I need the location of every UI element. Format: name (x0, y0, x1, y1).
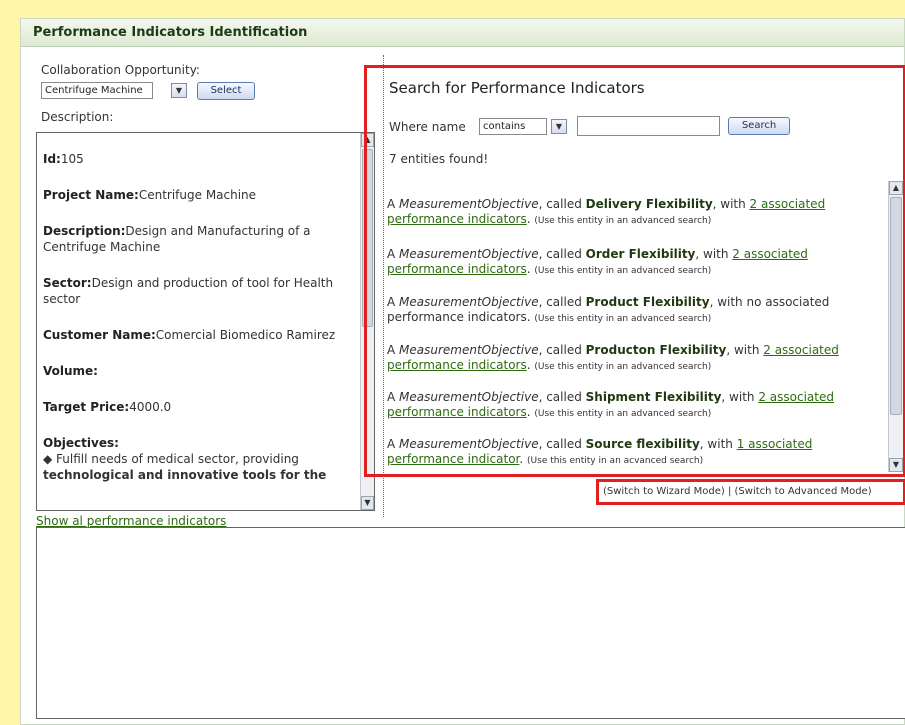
search-input[interactable] (577, 116, 720, 136)
advanced-search-hint[interactable]: (Use this entity in an advanced search) (534, 314, 711, 324)
objective-item: technological and innovative tools for t… (43, 468, 327, 482)
field-objectives: Objectives: ◆ Fulfill needs of medical s… (43, 435, 355, 483)
entities-found-text: 7 entities found! (389, 152, 489, 166)
pi-textarea[interactable] (36, 527, 905, 719)
advanced-search-hint[interactable]: (Use this entity in an acvanced search) (527, 456, 703, 466)
operator-value: contains (483, 121, 526, 132)
advanced-search-hint[interactable]: (Use this entity in an advanced search) (534, 266, 711, 276)
field-project-name: Project Name:Centrifuge Machine (43, 188, 257, 202)
wizard-mode-link[interactable]: (Switch to Wizard Mode) (603, 486, 725, 497)
where-name-label: Where name (389, 120, 466, 134)
collab-select[interactable]: Centrifuge Machine (41, 82, 153, 99)
search-title: Search for Performance Indicators (389, 79, 645, 97)
field-target-price: Target Price:4000.0 (43, 400, 172, 414)
description-label: Description: (41, 110, 114, 124)
collab-select-value: Centrifuge Machine (45, 85, 143, 96)
objective-item: ◆ Fulfill needs of medical sector, provi… (43, 452, 299, 466)
advanced-search-hint[interactable]: (Use this entity in an advanced search) (534, 216, 711, 226)
field-sector: Sector:Design and production of tool for… (43, 276, 334, 306)
results-scrollbar[interactable]: ▲ ▼ (888, 181, 903, 472)
bullet-icon: ◆ (43, 452, 57, 466)
result-item: A MeasurementObjective, called Order Fle… (387, 247, 808, 276)
operator-select[interactable]: contains (479, 118, 547, 135)
field-volume: Volume: (43, 364, 98, 378)
collab-label: Collaboration Opportunity: (41, 63, 200, 77)
search-button[interactable]: Search (728, 117, 790, 135)
field-id: Id:105 (43, 152, 84, 166)
result-item: A MeasurementObjective, called Product F… (387, 295, 830, 324)
advanced-search-hint[interactable]: (Use this entity in an advanced search) (534, 409, 711, 419)
select-button[interactable]: Select (197, 82, 255, 100)
chevron-down-icon[interactable]: ▼ (551, 119, 567, 134)
pi-identification-panel: Performance Indicators Identification Co… (20, 18, 905, 725)
description-content: Id:105 Project Name:Centrifuge Machine D… (43, 151, 355, 483)
field-description: Description:Design and Manufacturing of … (43, 224, 311, 254)
show-all-pi-link[interactable]: Show al performance indicators (36, 514, 226, 528)
panel-title: Performance Indicators Identification (21, 19, 904, 47)
field-customer-name: Customer Name:Comercial Biomedico Ramire… (43, 328, 336, 342)
result-item: A MeasurementObjective, called Producton… (387, 343, 839, 372)
scroll-up-icon[interactable]: ▲ (889, 181, 903, 195)
result-item: A MeasurementObjective, called Source fl… (387, 437, 813, 466)
scroll-thumb[interactable] (890, 197, 902, 415)
scroll-down-icon[interactable]: ▼ (361, 496, 374, 510)
scroll-down-icon[interactable]: ▼ (889, 458, 903, 472)
mode-switch: (Switch to Wizard Mode) | (Switch to Adv… (603, 486, 872, 497)
advanced-search-hint[interactable]: (Use this entity in an advanced search) (534, 362, 711, 372)
result-item: A MeasurementObjective, called Shipment … (387, 390, 834, 419)
description-box: Id:105 Project Name:Centrifuge Machine D… (36, 132, 375, 511)
result-item: A MeasurementObjective, called Delivery … (387, 197, 826, 226)
chevron-down-icon[interactable]: ▼ (171, 83, 187, 98)
advanced-mode-link[interactable]: (Switch to Advanced Mode) (735, 486, 872, 497)
